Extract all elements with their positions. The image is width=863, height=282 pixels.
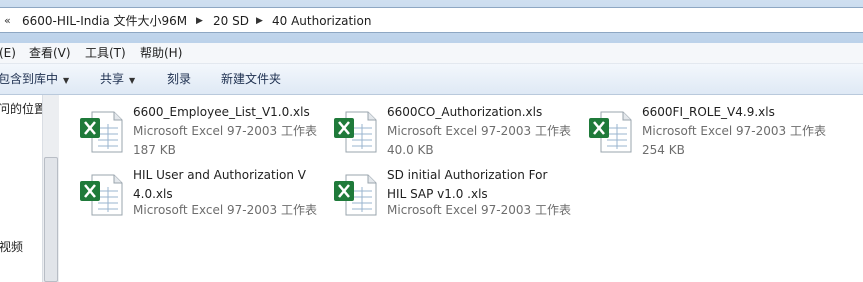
- file-name: 6600CO_Authorization.xls: [387, 105, 543, 119]
- breadcrumb-item[interactable]: 20 SD: [213, 12, 249, 30]
- file-item[interactable]: 6600_Employee_List_V1.0.xls Microsoft Ex…: [78, 103, 328, 163]
- breadcrumb-overflow-icon[interactable]: «: [4, 12, 11, 30]
- menu-edit[interactable]: (E): [0, 45, 16, 61]
- excel-file-icon: [80, 174, 123, 216]
- nav-item-recent-places[interactable]: 问的位置: [0, 101, 42, 117]
- file-size: 254 KB: [642, 143, 685, 157]
- file-name: 6600_Employee_List_V1.0.xls: [133, 105, 310, 119]
- excel-file-icon: [334, 174, 377, 216]
- file-type: Microsoft Excel 97-2003 工作表: [133, 203, 317, 217]
- breadcrumb-item[interactable]: 6600-HIL-India 文件大小96M: [22, 12, 187, 30]
- menu-help[interactable]: 帮助(H): [140, 45, 182, 61]
- file-name: SD initial Authorization For HIL SAP v1.…: [387, 168, 548, 201]
- file-item[interactable]: 6600CO_Authorization.xls Microsoft Excel…: [332, 103, 582, 163]
- new-folder-button[interactable]: 新建文件夹: [221, 71, 281, 87]
- breadcrumb-item[interactable]: 40 Authorization: [272, 12, 371, 30]
- breadcrumb-separator-icon[interactable]: ▶: [196, 12, 203, 30]
- burn-button[interactable]: 刻录: [167, 71, 191, 87]
- file-type: Microsoft Excel 97-2003 工作表: [133, 124, 317, 138]
- excel-file-icon: [589, 111, 632, 153]
- address-bar-strip: « 6600-HIL-India 文件大小96M ▶ 20 SD ▶ 40 Au…: [0, 0, 863, 43]
- include-in-library-button[interactable]: 包含到库中 ▼: [0, 71, 69, 89]
- excel-file-icon: [334, 111, 377, 153]
- address-bar[interactable]: « 6600-HIL-India 文件大小96M ▶ 20 SD ▶ 40 Au…: [0, 7, 863, 33]
- file-item[interactable]: HIL User and Authorization V 4.0.xls Mic…: [78, 166, 328, 226]
- share-label: 共享: [100, 72, 125, 86]
- command-bar: 包含到库中 ▼ 共享 ▼ 刻录 新建文件夹: [0, 64, 863, 95]
- file-item[interactable]: 6600FI_ROLE_V4.9.xls Microsoft Excel 97-…: [587, 103, 837, 163]
- chevron-down-icon: ▼: [63, 76, 70, 85]
- file-type: Microsoft Excel 97-2003 工作表: [642, 124, 826, 138]
- navigation-pane: 问的位置 视频: [0, 95, 42, 282]
- file-type: Microsoft Excel 97-2003 工作表: [387, 124, 571, 138]
- file-size: 187 KB: [133, 143, 176, 157]
- menu-view[interactable]: 查看(V): [29, 45, 71, 61]
- include-in-library-label: 包含到库中: [0, 72, 59, 86]
- file-name: HIL User and Authorization V 4.0.xls: [133, 168, 307, 201]
- navigation-scrollbar[interactable]: [42, 95, 59, 282]
- file-item[interactable]: SD initial Authorization For HIL SAP v1.…: [332, 166, 582, 226]
- share-button[interactable]: 共享 ▼: [100, 71, 135, 89]
- breadcrumb-separator-icon[interactable]: ▶: [256, 12, 263, 30]
- chevron-down-icon: ▼: [129, 76, 136, 85]
- scrollbar-thumb[interactable]: [44, 157, 58, 282]
- file-name: 6600FI_ROLE_V4.9.xls: [642, 105, 775, 119]
- menu-tools[interactable]: 工具(T): [85, 45, 126, 61]
- excel-file-icon: [80, 111, 123, 153]
- file-size: 40.0 KB: [387, 143, 434, 157]
- nav-item-videos[interactable]: 视频: [0, 239, 23, 255]
- menu-bar: (E) 查看(V) 工具(T) 帮助(H): [0, 43, 863, 64]
- file-type: Microsoft Excel 97-2003 工作表: [387, 203, 571, 217]
